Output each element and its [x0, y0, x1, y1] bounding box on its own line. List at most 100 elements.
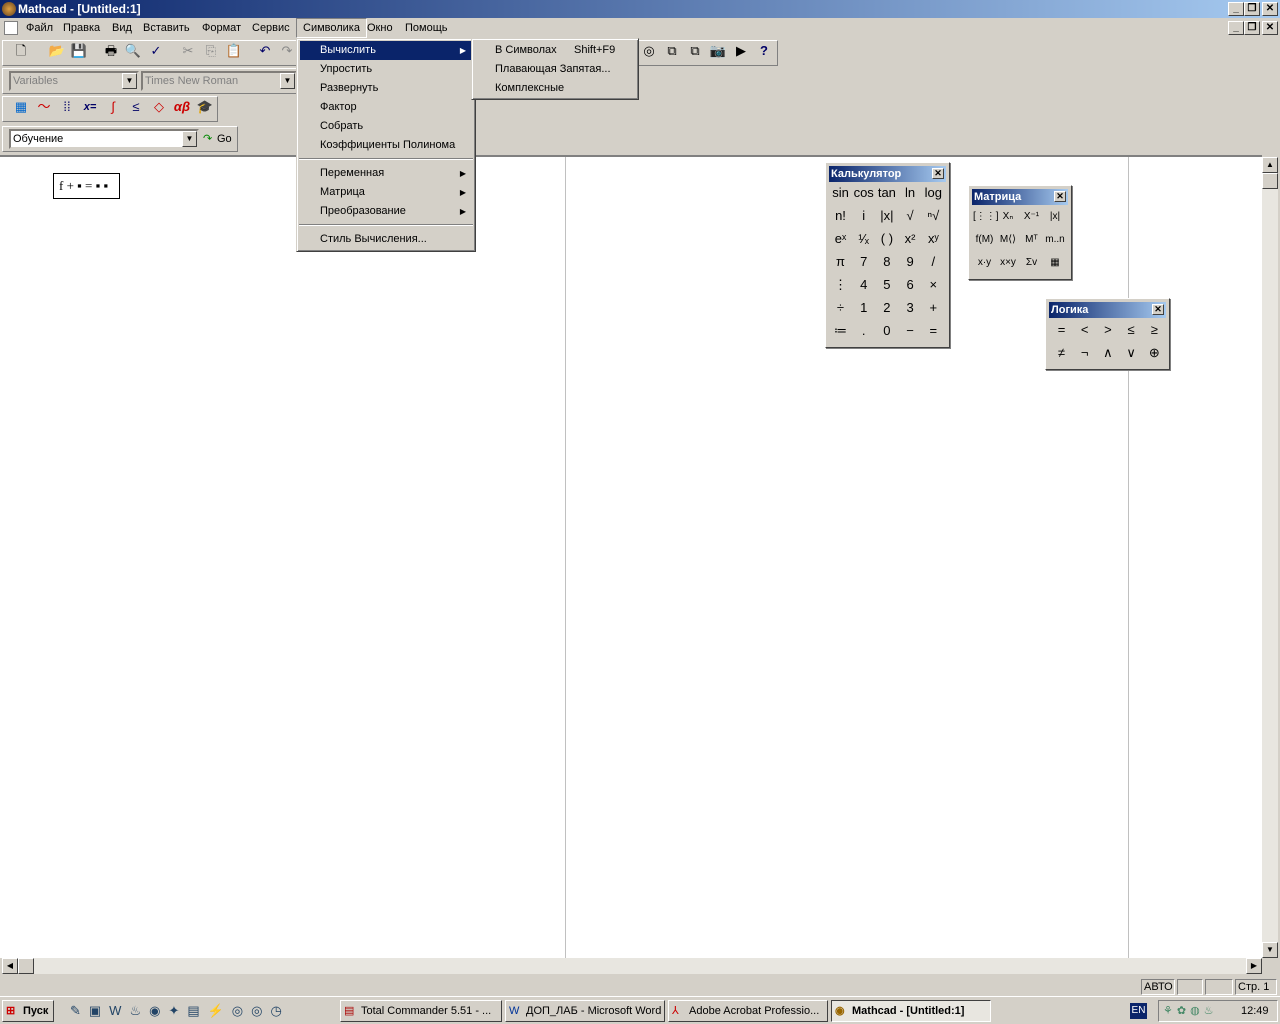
doc-minimize-button[interactable]: _: [1228, 21, 1244, 35]
menu-symbolics[interactable]: Символика: [296, 18, 367, 38]
calculator-button[interactable]: 8: [875, 251, 898, 273]
copy-icon[interactable]: ⎘: [201, 41, 221, 61]
calculator-button[interactable]: ( ): [875, 228, 898, 250]
calculator-button[interactable]: ≔: [829, 320, 852, 342]
cut-icon[interactable]: ✂: [178, 41, 198, 61]
help-icon[interactable]: ?: [754, 41, 774, 61]
submenu-item-symbolically[interactable]: В Символах Shift+F9: [475, 41, 635, 60]
calculator-button[interactable]: 5: [875, 274, 898, 296]
calculator-button[interactable]: 4: [852, 274, 875, 296]
camera-icon[interactable]: 📷: [708, 41, 728, 61]
calculator-button[interactable]: ⁿ√: [922, 205, 945, 227]
graph-icon[interactable]: 〜: [34, 97, 54, 117]
menu-item-matrix[interactable]: Матрица ▶: [300, 183, 472, 202]
matrix-button[interactable]: f(M): [973, 229, 996, 251]
submenu-item-complex[interactable]: Комплексные: [475, 79, 635, 98]
print-preview-icon[interactable]: 🔍: [123, 41, 143, 61]
symbolic-icon[interactable]: 🎓: [195, 97, 215, 117]
close-icon[interactable]: ✕: [1152, 304, 1164, 315]
calculator-button[interactable]: sin: [829, 182, 852, 204]
scroll-right-button[interactable]: ▶: [1246, 958, 1262, 974]
matrix-button[interactable]: Xₙ: [997, 206, 1020, 228]
calculator-icon[interactable]: ▦: [11, 97, 31, 117]
logic-button[interactable]: ¬: [1073, 342, 1096, 364]
insert-object-icon[interactable]: ⧉: [685, 41, 705, 61]
calculator-button[interactable]: 1: [852, 297, 875, 319]
scroll-thumb[interactable]: [18, 958, 34, 974]
paste-icon[interactable]: 📋: [224, 41, 244, 61]
scroll-thumb[interactable]: [1262, 173, 1278, 189]
new-icon[interactable]: 🗋: [11, 41, 31, 61]
resource-icon[interactable]: ◎: [639, 41, 659, 61]
menu-item-variable[interactable]: Переменная ▶: [300, 164, 472, 183]
calculator-button[interactable]: i: [852, 205, 875, 227]
menu-item-poly-coeffs[interactable]: Коэффициенты Полинома: [300, 136, 472, 155]
calculator-button[interactable]: eˣ: [829, 228, 852, 250]
task-mathcad[interactable]: ◉ Mathcad - [Untitled:1]: [831, 1000, 991, 1022]
language-indicator[interactable]: EN: [1130, 1003, 1147, 1019]
calculator-button[interactable]: ln: [899, 182, 922, 204]
calculus-icon[interactable]: ∫: [103, 97, 123, 117]
restore-button[interactable]: ❐: [1244, 2, 1260, 16]
undo-icon[interactable]: ↶: [255, 41, 275, 61]
scroll-up-button[interactable]: ▲: [1262, 157, 1278, 173]
menu-help[interactable]: Помощь: [399, 18, 454, 38]
calculator-button[interactable]: ⋮: [829, 274, 852, 296]
calculator-button[interactable]: log: [922, 182, 945, 204]
matrix-button[interactable]: x×y: [997, 252, 1020, 274]
logic-button[interactable]: <: [1073, 319, 1096, 341]
logic-button[interactable]: ≠: [1050, 342, 1073, 364]
matrix-button[interactable]: x·y: [973, 252, 996, 274]
quick-launch-icons[interactable]: ✎▣W♨◉✦▤⚡◎◎◷: [70, 1003, 320, 1019]
calculator-button[interactable]: π: [829, 251, 852, 273]
calculator-button[interactable]: |x|: [875, 205, 898, 227]
logic-button[interactable]: ≥: [1143, 319, 1166, 341]
minimize-button[interactable]: _: [1228, 2, 1244, 16]
menu-tools[interactable]: Сервис: [246, 18, 296, 38]
logic-button[interactable]: =: [1050, 319, 1073, 341]
close-icon[interactable]: ✕: [1054, 191, 1066, 202]
menu-format[interactable]: Формат: [196, 18, 247, 38]
menu-item-evaluate[interactable]: Вычислить ▶: [300, 41, 472, 60]
calculator-button[interactable]: tan: [875, 182, 898, 204]
calculator-button[interactable]: n!: [829, 205, 852, 227]
calculator-button[interactable]: =: [922, 320, 945, 342]
start-button[interactable]: ⊞ Пуск: [2, 1000, 54, 1022]
scroll-down-button[interactable]: ▼: [1262, 942, 1278, 958]
task-word[interactable]: W ДОП_ЛАБ - Microsoft Word: [505, 1000, 665, 1022]
close-button[interactable]: ✕: [1262, 2, 1278, 16]
matrix-button[interactable]: ▦: [1044, 252, 1067, 274]
calculator-button[interactable]: 3: [899, 297, 922, 319]
menu-edit[interactable]: Правка: [57, 18, 106, 38]
menu-window[interactable]: Окно: [361, 18, 399, 38]
submenu-item-floating-point[interactable]: Плавающая Запятая...: [475, 60, 635, 79]
chevron-down-icon[interactable]: ▼: [182, 131, 197, 147]
run-icon[interactable]: ▶: [731, 41, 751, 61]
boolean-icon[interactable]: ≤: [126, 97, 146, 117]
calculator-button[interactable]: 6: [899, 274, 922, 296]
matrix-button[interactable]: X⁻¹: [1020, 206, 1043, 228]
style-combo[interactable]: Variables ▼: [9, 71, 139, 91]
calculator-button[interactable]: 0: [875, 320, 898, 342]
menu-item-expand[interactable]: Развернуть: [300, 79, 472, 98]
greek-icon[interactable]: αβ: [172, 97, 192, 117]
calculator-button[interactable]: 7: [852, 251, 875, 273]
menu-view[interactable]: Вид: [106, 18, 138, 38]
logic-button[interactable]: ∨: [1120, 342, 1143, 364]
scroll-left-button[interactable]: ◀: [2, 958, 18, 974]
task-total-commander[interactable]: ▤ Total Commander 5.51 - ...: [340, 1000, 502, 1022]
chevron-down-icon[interactable]: ▼: [280, 73, 295, 89]
matrix-button[interactable]: m..n: [1044, 229, 1067, 251]
matrix-icon[interactable]: ⁞⁞: [57, 97, 77, 117]
programming-icon[interactable]: ◇: [149, 97, 169, 117]
task-acrobat[interactable]: ⅄ Adobe Acrobat Professio...: [668, 1000, 828, 1022]
spellcheck-icon[interactable]: ✓: [146, 41, 166, 61]
horizontal-scrollbar[interactable]: ◀ ▶: [2, 958, 1262, 974]
save-icon[interactable]: 💾: [69, 41, 89, 61]
logic-button[interactable]: ≤: [1120, 319, 1143, 341]
close-icon[interactable]: ✕: [932, 168, 944, 179]
calculator-button[interactable]: ¹⁄ₓ: [852, 228, 875, 250]
component-icon[interactable]: ⧉: [662, 41, 682, 61]
font-combo[interactable]: Times New Roman ▼: [141, 71, 297, 91]
logic-button[interactable]: ⊕: [1143, 342, 1166, 364]
